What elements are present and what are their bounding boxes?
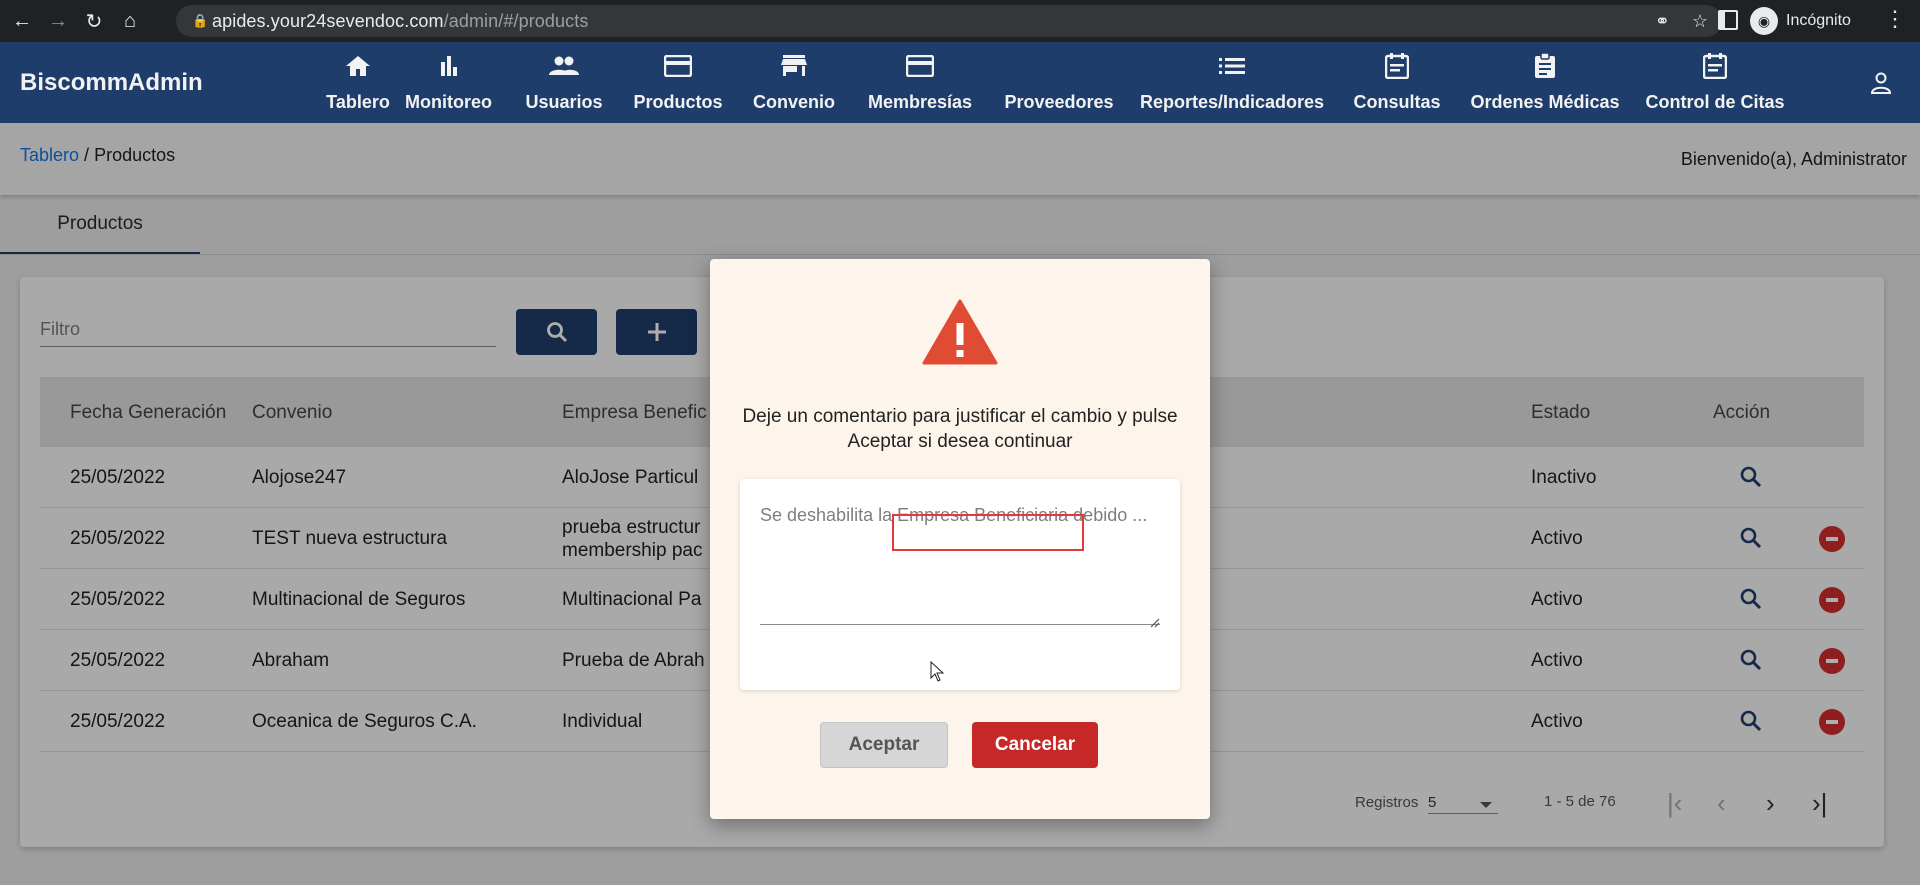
address-bar[interactable]: 🔒 apides.your24sevendoc.com/admin/#/prod…	[176, 5, 1722, 37]
warning-icon	[922, 299, 998, 365]
nav-usuarios[interactable]: Usuarios	[524, 42, 604, 123]
incognito-icon: ◉	[1750, 7, 1778, 35]
brand-title[interactable]: BiscommAdmin	[20, 69, 203, 97]
resize-handle-icon[interactable]	[1150, 615, 1160, 628]
app-header: BiscommAdmin Tablero Monitoreo Usuarios …	[0, 42, 1920, 123]
back-icon[interactable]: ←	[8, 7, 36, 35]
incognito-indicator[interactable]: ◉ Incógnito	[1750, 4, 1851, 38]
store-icon	[781, 50, 807, 82]
account-icon[interactable]	[1870, 72, 1892, 94]
people-icon	[549, 50, 579, 82]
nav-convenio[interactable]: Convenio	[752, 42, 836, 123]
event-note-icon	[1703, 50, 1727, 82]
nav-monitoreo[interactable]: Monitoreo	[405, 42, 492, 123]
credit-card-icon	[906, 50, 934, 82]
cancel-button[interactable]: Cancelar	[972, 722, 1098, 768]
nav-productos[interactable]: Productos	[634, 42, 723, 123]
highlight-box	[892, 514, 1084, 551]
reload-icon[interactable]: ↻	[80, 7, 108, 35]
credit-card-icon	[664, 50, 692, 82]
nav-reportes[interactable]: Reportes/Indicadores	[1140, 42, 1324, 123]
browser-toolbar: ← → ↻ ⌂ 🔒 apides.your24sevendoc.com/admi…	[0, 0, 1920, 42]
nav-control-citas[interactable]: Control de Citas	[1646, 42, 1785, 123]
forward-icon[interactable]: →	[44, 7, 72, 35]
nav-tablero[interactable]: Tablero	[325, 42, 391, 123]
dialog-message: Deje un comentario para justificar el ca…	[742, 406, 1178, 452]
home-icon	[345, 50, 371, 82]
nav-membresias[interactable]: Membresías	[868, 42, 972, 123]
star-icon[interactable]: ☆	[1692, 11, 1708, 32]
assignment-icon	[1534, 50, 1556, 82]
mouse-cursor-icon	[930, 660, 945, 683]
key-icon[interactable]: ⚭	[1655, 11, 1670, 32]
comment-box: Se deshabilita la Empresa Beneficiaria d…	[740, 479, 1180, 690]
home-browser-icon[interactable]: ⌂	[116, 7, 144, 35]
list-icon	[1219, 50, 1245, 82]
nav-proveedores[interactable]: Proveedores	[1004, 42, 1114, 123]
side-panel-icon[interactable]	[1718, 10, 1738, 30]
url-text[interactable]: apides.your24sevendoc.com/admin/#/produc…	[212, 11, 588, 32]
event-note-icon	[1385, 50, 1409, 82]
list-icon	[1059, 50, 1060, 82]
bar-chart-icon	[439, 50, 459, 82]
browser-menu-icon[interactable]: ⋮	[1884, 6, 1906, 32]
accept-button[interactable]: Aceptar	[820, 722, 948, 768]
lock-icon: 🔒	[192, 13, 209, 28]
confirm-dialog: Deje un comentario para justificar el ca…	[710, 259, 1210, 819]
nav-ordenes-medicas[interactable]: Ordenes Médicas	[1470, 42, 1620, 123]
nav-consultas[interactable]: Consultas	[1354, 42, 1441, 123]
